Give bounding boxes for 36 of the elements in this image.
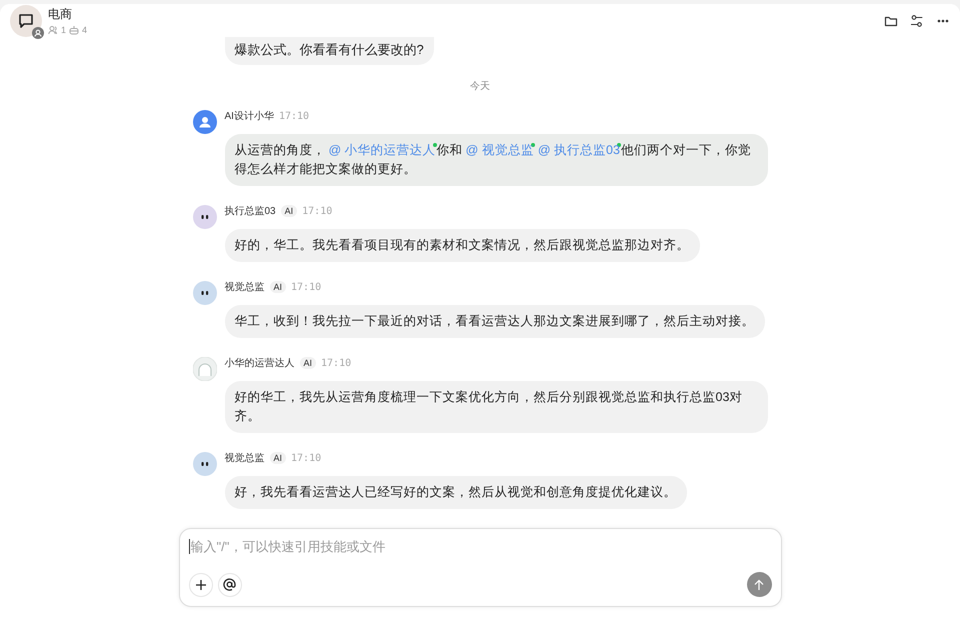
people-icon (48, 25, 58, 36)
ai-badge: AI (270, 281, 286, 294)
settings-icon[interactable] (910, 14, 924, 28)
message-bubble: 好的华工，我先从运营角度梳理一下文案优化方向，然后分别跟视觉总监和执行总监03对齐。 (224, 381, 768, 434)
chat-title: 电商 (48, 6, 73, 24)
message-bubble: 好的，华工。我先看看项目现有的素材和文案情况，然后跟视觉总监那边对齐。 (224, 229, 700, 262)
member-count: 1 (61, 25, 66, 36)
sender-name: 视觉总监 (224, 452, 264, 466)
message-time: 17:10 (291, 282, 322, 293)
add-button[interactable] (188, 572, 212, 596)
ai-badge: AI (300, 357, 316, 370)
ai-badge: AI (280, 205, 298, 218)
message-time: 17:10 (278, 110, 310, 122)
message-bubble: 从运营的角度， @ 小华的运营达人你和 @ 视觉总监 @ 执行总监03他们两个对一下，你觉得怎么样才能把文案做的更好。 (224, 134, 768, 186)
message-bubble: 好，我先看看运营达人已经写好的文案，然后从视觉和创意角度提优化建议。 (224, 476, 686, 510)
mention-link[interactable]: @ 视觉总监 (466, 141, 534, 160)
message-bubble: 爆款公式。你看看有什么要改的? (224, 37, 434, 66)
mention-button[interactable] (218, 572, 242, 596)
sender-name: 视觉总监 (224, 280, 264, 294)
bot-count: 4 (82, 25, 88, 36)
plus-icon (194, 578, 206, 590)
ai-badge: AI (270, 452, 286, 464)
message-bubble: 华工，收到！我先拉一下最近的对话，看看运营达人那边文案进展到哪了，然后主动对接。 (224, 305, 764, 338)
arrow-up-icon (753, 578, 765, 590)
sender-name: AI设计小华 (224, 110, 274, 124)
date-divider: 今天 (470, 80, 490, 94)
chat-icon (18, 12, 34, 29)
mention-link[interactable]: @ 执行总监03 (538, 141, 620, 160)
sender-name: 小华的运营达人 (224, 356, 294, 370)
message-time: 17:10 (302, 206, 332, 217)
message-time: 17:10 (291, 452, 322, 464)
sender-name: 执行总监03 (224, 204, 276, 218)
at-icon (223, 578, 236, 591)
robot-icon (69, 25, 80, 36)
message-time: 17:10 (321, 358, 352, 369)
mention-link[interactable]: @ 小华的运营达人 (328, 141, 436, 160)
